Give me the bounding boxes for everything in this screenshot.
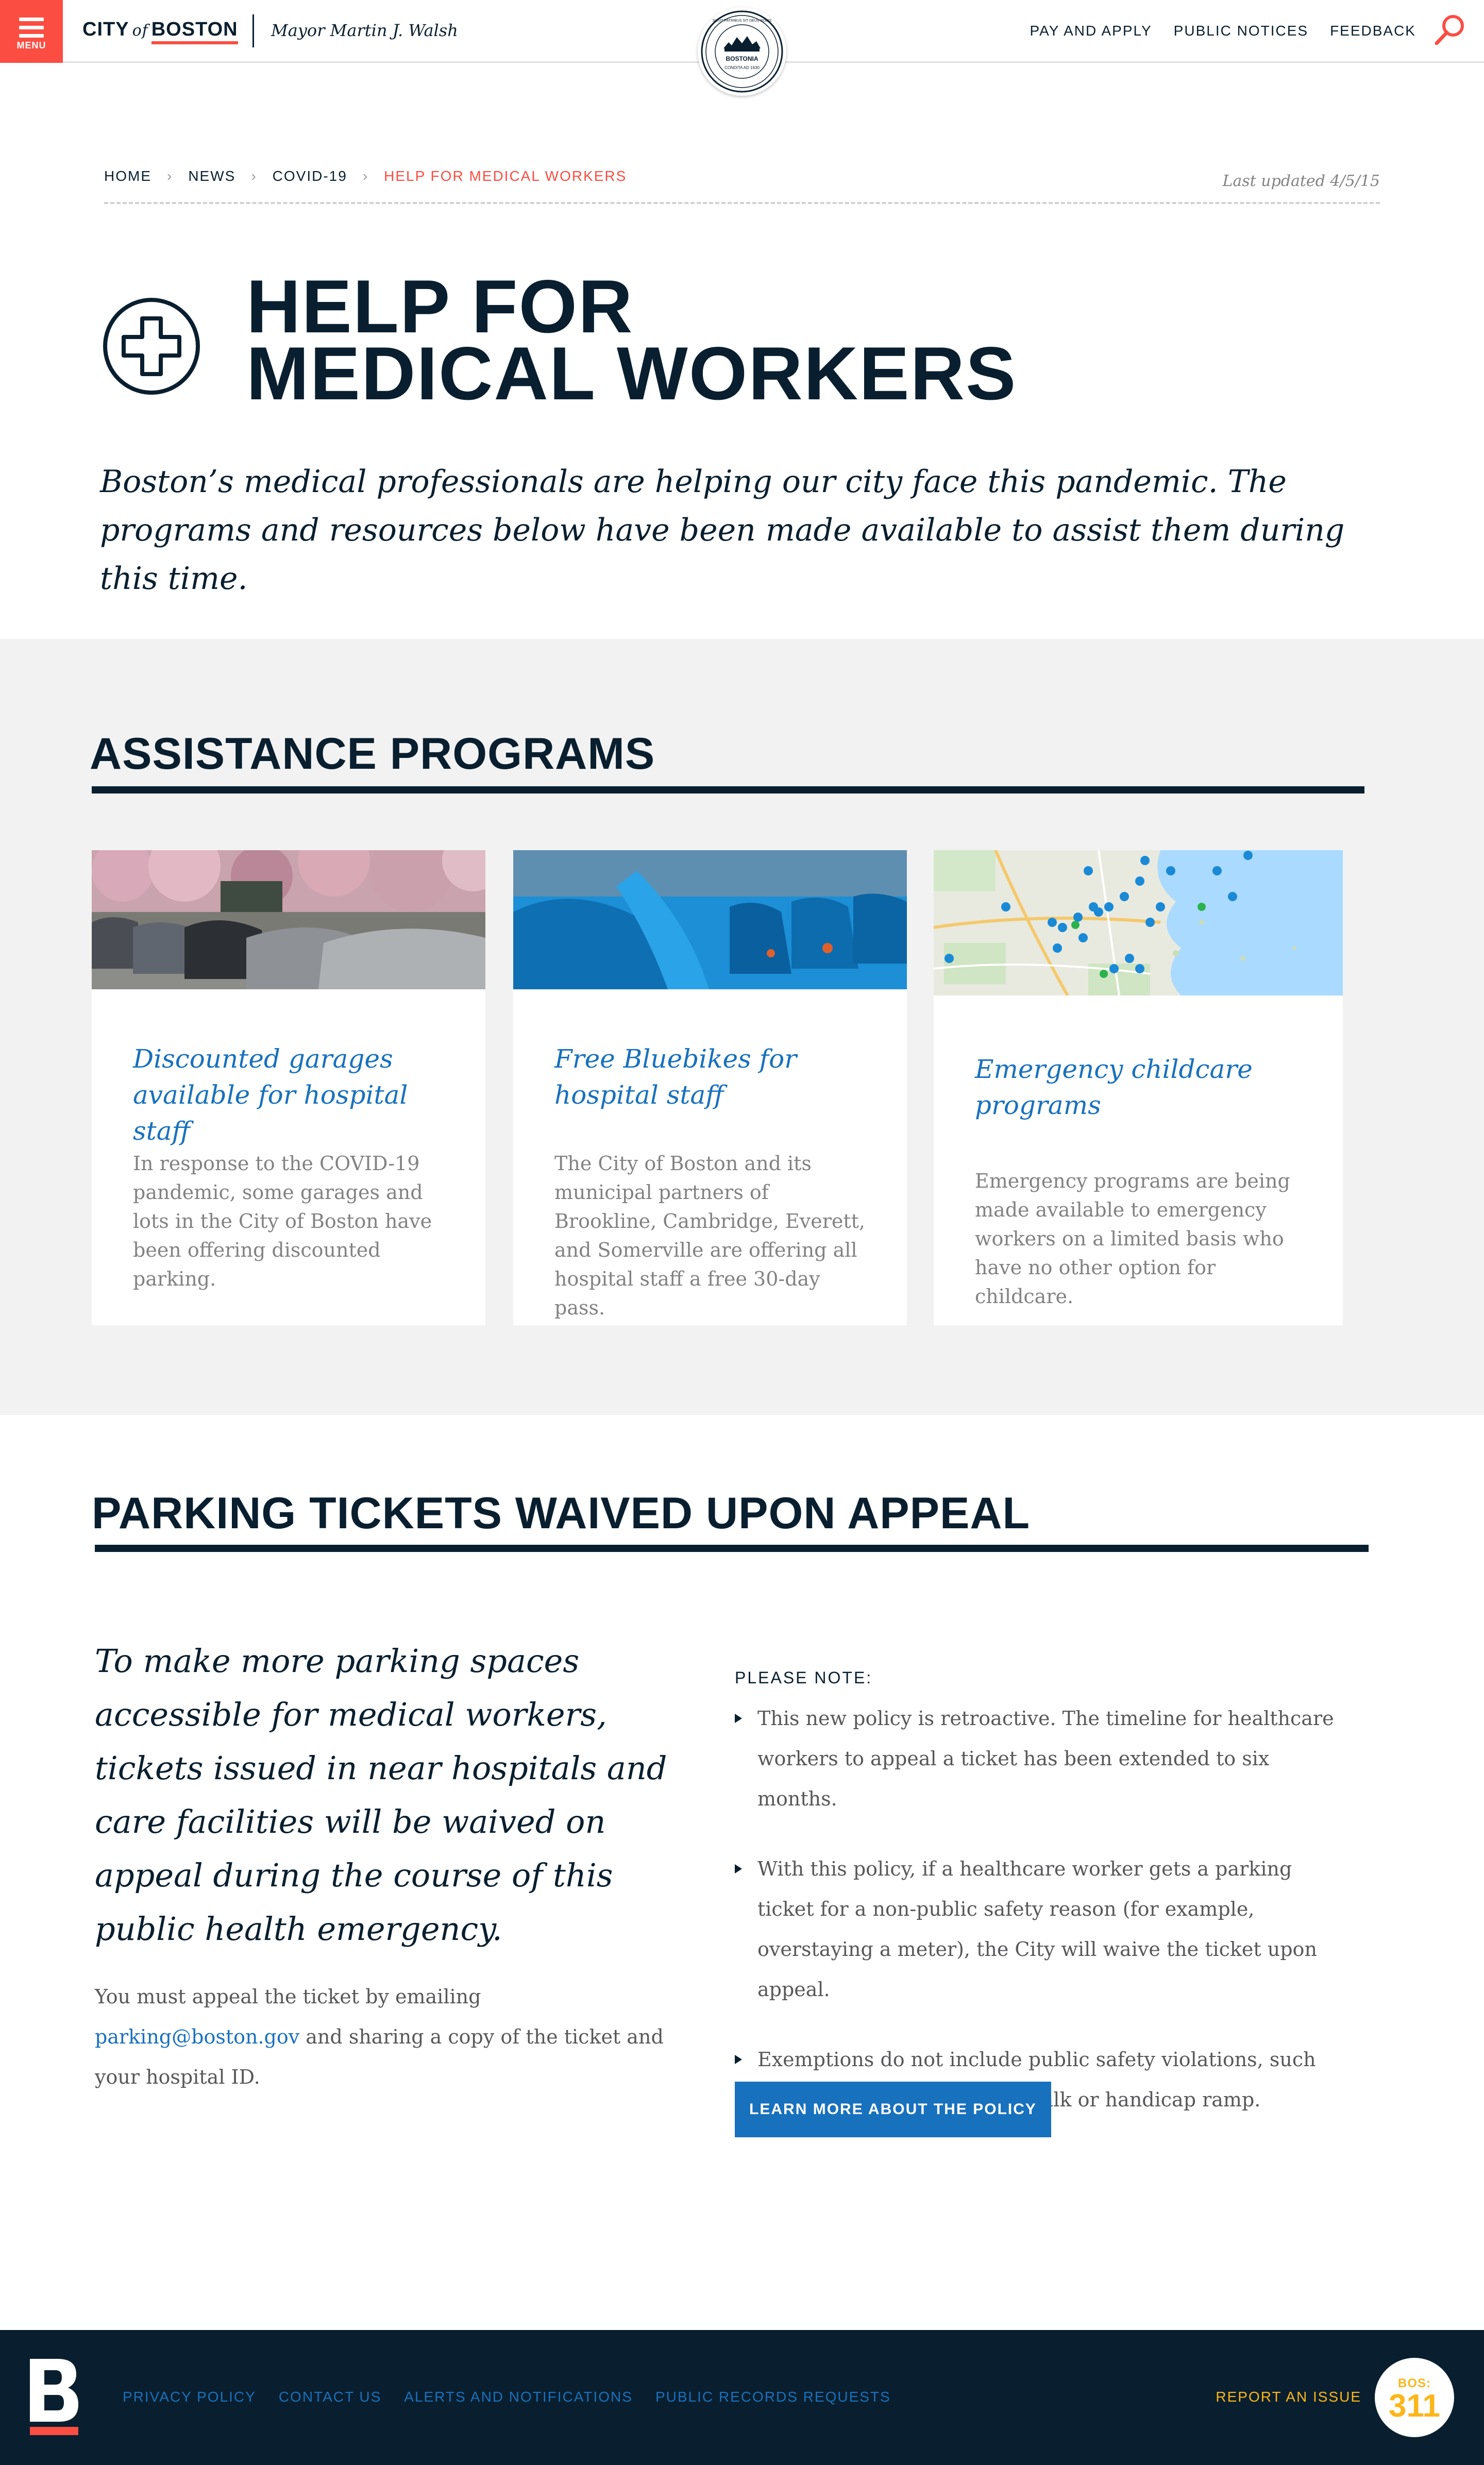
seal-top-text: SICUT PATRIBUS SIT DEUS NOBIS <box>713 19 772 23</box>
please-note-label: PLEASE NOTE: <box>735 1668 873 1687</box>
card-description: The City of Boston and its municipal par… <box>554 1152 865 1319</box>
bos-311-badge[interactable]: BOS: 311 <box>1375 2358 1454 2437</box>
mayor-name: Mayor Martin J. Walsh <box>271 21 458 40</box>
breadcrumb-news[interactable]: NEWS <box>188 168 235 184</box>
appeal-instructions: You must appeal the ticket by emailing p… <box>95 1977 687 2097</box>
card-image-childcare-map <box>934 850 1343 995</box>
boston-b-logo-icon[interactable] <box>28 2359 79 2436</box>
card-description: In response to the COVID-19 pandemic, so… <box>133 1152 432 1290</box>
last-updated: Last updated 4/5/15 <box>1222 172 1380 190</box>
medical-cross-icon <box>102 297 201 396</box>
page-title: HELP FOR MEDICAL WORKERS <box>246 269 1017 411</box>
chevron-right-icon: › <box>362 168 369 184</box>
learn-more-policy-button[interactable]: LEARN MORE ABOUT THE POLICY <box>735 2082 1051 2137</box>
city-seal[interactable]: BOSTONIA CONDITA AD 1630 SICUT PATRIBUS … <box>698 7 786 96</box>
seal-name-text: BOSTONIA <box>726 55 758 62</box>
appeal-text-pre: You must appeal the ticket by emailing <box>95 1985 481 2008</box>
footer-public-records[interactable]: PUBLIC RECORDS REQUESTS <box>655 2389 891 2405</box>
parking-email-link[interactable]: parking@boston.gov <box>95 2025 299 2048</box>
menu-button[interactable]: MENU <box>0 0 63 63</box>
logo-of-text: of <box>132 22 148 40</box>
seal-sub-text: CONDITA AD 1630 <box>724 65 760 70</box>
section-title-assistance: ASSISTANCE PROGRAMS <box>90 729 655 779</box>
card-title[interactable]: Emergency childcare programs <box>975 1051 1307 1123</box>
card-title[interactable]: Free Bluebikes for hospital staff <box>554 1041 871 1113</box>
card-image-bluebikes <box>513 850 907 989</box>
list-item: With this policy, if a healthcare worker… <box>735 1849 1343 2010</box>
footer-contact-us[interactable]: CONTACT US <box>279 2389 381 2405</box>
footer-links: PRIVACY POLICY CONTACT US ALERTS AND NOT… <box>123 2389 891 2405</box>
menu-label: MENU <box>16 40 46 50</box>
section-title-parking: PARKING TICKETS WAIVED UPON APPEAL <box>92 1489 1031 1538</box>
badge-311-number: 311 <box>1388 2388 1441 2424</box>
logo-divider <box>252 14 254 47</box>
section-rule <box>92 786 1364 793</box>
card-image-parked-cars <box>92 850 485 989</box>
nav-feedback[interactable]: FEEDBACK <box>1330 23 1416 39</box>
card-title[interactable]: Discounted garages available for hospita… <box>133 1041 449 1149</box>
program-card-garages[interactable]: Discounted garages available for hospita… <box>92 850 485 1325</box>
site-header: MENU CITY of BOSTON Mayor Martin J. Walsh … <box>0 0 1484 96</box>
footer-privacy-policy[interactable]: PRIVACY POLICY <box>123 2389 256 2405</box>
section-rule <box>95 1545 1369 1552</box>
program-card-childcare[interactable]: Emergency childcare programs Emergency p… <box>934 850 1343 1325</box>
bullet-triangle-icon <box>735 2055 742 2064</box>
page-title-line2: MEDICAL WORKERS <box>246 331 1017 415</box>
nav-pay-and-apply[interactable]: PAY AND APPLY <box>1030 23 1152 39</box>
city-seal-icon: BOSTONIA CONDITA AD 1630 SICUT PATRIBUS … <box>701 10 783 93</box>
breadcrumb-home[interactable]: HOME <box>104 168 151 184</box>
nav-public-notices[interactable]: PUBLIC NOTICES <box>1174 23 1308 39</box>
note-text: This new policy is retroactive. The time… <box>757 1707 1334 1810</box>
assistance-programs-section: ASSISTANCE PROGRAMS Discounted garages a… <box>0 639 1484 1415</box>
hamburger-icon <box>19 18 44 42</box>
breadcrumb-current: HELP FOR MEDICAL WORKERS <box>384 168 627 184</box>
chevron-right-icon: › <box>251 168 257 184</box>
chevron-right-icon: › <box>167 168 173 184</box>
footer-alerts[interactable]: ALERTS AND NOTIFICATIONS <box>404 2389 633 2405</box>
note-text: With this policy, if a healthcare worker… <box>757 1858 1317 2001</box>
search-icon[interactable] <box>1431 11 1469 48</box>
program-card-bluebikes[interactable]: Free Bluebikes for hospital staff The Ci… <box>513 850 907 1325</box>
breadcrumb-covid-19[interactable]: COVID-19 <box>273 168 347 184</box>
breadcrumb-bar: HOME › NEWS › COVID-19 › HELP FOR MEDICA… <box>104 168 1380 204</box>
site-footer: PRIVACY POLICY CONTACT US ALERTS AND NOT… <box>0 2330 1484 2465</box>
list-item: This new policy is retroactive. The time… <box>735 1698 1343 1819</box>
bullet-triangle-icon <box>735 1864 742 1873</box>
breadcrumb: HOME › NEWS › COVID-19 › HELP FOR MEDICA… <box>104 168 627 184</box>
report-an-issue-link[interactable]: REPORT AN ISSUE <box>1216 2389 1361 2405</box>
bullet-triangle-icon <box>735 1714 742 1723</box>
logo-boston-text: BOSTON <box>151 19 238 44</box>
page-intro: Boston’s medical professionals are helpi… <box>100 464 1345 597</box>
logo-city-text: CITY <box>82 19 129 40</box>
parking-quote: To make more parking spaces accessible f… <box>95 1642 667 1948</box>
header-nav: PAY AND APPLY PUBLIC NOTICES FEEDBACK <box>1030 23 1416 39</box>
city-of-boston-logo[interactable]: CITY of BOSTON <box>82 19 238 44</box>
card-description: Emergency programs are being made availa… <box>975 1170 1290 1308</box>
